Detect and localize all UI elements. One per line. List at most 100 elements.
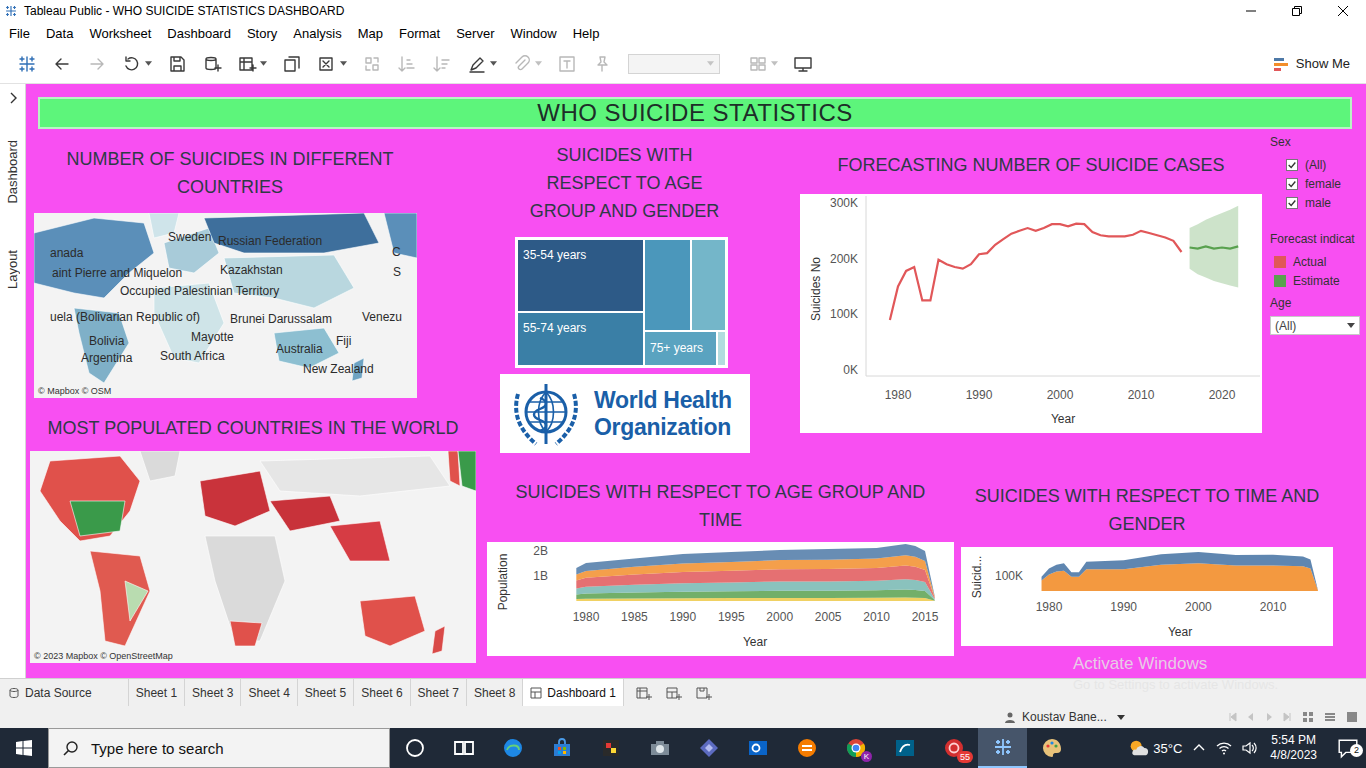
taskbar-app[interactable] <box>782 728 831 768</box>
treemap-cell[interactable] <box>718 332 725 365</box>
gender-time-chart[interactable]: 100K1980199020002010Suicid...Year <box>961 547 1333 646</box>
toolbar-button[interactable] <box>587 50 617 78</box>
menu-item[interactable]: File <box>1 24 38 43</box>
toolbar-button[interactable] <box>162 50 192 78</box>
side-tab[interactable]: Layout <box>5 242 20 297</box>
age-treemap[interactable]: 35-54 years55-74 years75+ years <box>515 237 728 368</box>
notification-center[interactable]: 2 <box>1330 737 1366 759</box>
toolbar-button[interactable] <box>427 50 457 78</box>
toolbar-button[interactable] <box>743 50 783 78</box>
treemap-cell[interactable]: 55-74 years <box>518 313 643 365</box>
sex-option[interactable]: (All) <box>1270 155 1366 174</box>
search-box[interactable]: Type here to search <box>48 728 390 768</box>
sex-option[interactable]: female <box>1270 174 1366 193</box>
menu-item[interactable]: Analysis <box>285 24 349 43</box>
taskbar-app[interactable] <box>390 728 439 768</box>
new-story-icon[interactable] <box>696 686 712 700</box>
close-button[interactable] <box>1320 0 1366 22</box>
last-page-icon[interactable] <box>1282 712 1292 722</box>
taskbar-app[interactable] <box>684 728 733 768</box>
toolbar-button[interactable] <box>47 50 77 78</box>
taskbar-app[interactable] <box>586 728 635 768</box>
toolbar-button[interactable] <box>12 50 42 78</box>
taskbar-app[interactable]: 55 <box>929 728 978 768</box>
sex-option[interactable]: male <box>1270 193 1366 212</box>
restore-button[interactable] <box>1274 0 1320 22</box>
menu-item[interactable]: Worksheet <box>81 24 159 43</box>
new-dashboard-icon[interactable] <box>666 686 682 700</box>
toolbar-button[interactable] <box>357 50 387 78</box>
taskbar-app[interactable] <box>537 728 586 768</box>
taskbar-app[interactable] <box>635 728 684 768</box>
taskbar-app[interactable] <box>880 728 929 768</box>
taskbar-app[interactable] <box>978 728 1027 768</box>
side-tab[interactable]: Dashboard <box>5 132 20 212</box>
menu-item[interactable]: Help <box>565 24 608 43</box>
taskbar-app[interactable] <box>1027 728 1076 768</box>
show-me-button[interactable]: Show Me <box>1268 52 1356 75</box>
wifi-icon[interactable] <box>1216 740 1232 756</box>
menu-item[interactable]: Server <box>448 24 502 43</box>
age-dropdown[interactable]: (All) <box>1270 316 1360 335</box>
menu-item[interactable]: Data <box>38 24 81 43</box>
grid-view-icon[interactable] <box>1302 711 1314 723</box>
treemap-cell[interactable]: 75+ years <box>645 332 716 365</box>
taskbar-app[interactable] <box>733 728 782 768</box>
start-button[interactable] <box>0 728 48 768</box>
user-menu[interactable]: Koustav Bane... <box>1004 710 1125 724</box>
menu-item[interactable]: Story <box>239 24 285 43</box>
toolbar-button[interactable] <box>507 50 547 78</box>
taskbar-app[interactable] <box>439 728 488 768</box>
estimate-line[interactable] <box>1190 246 1239 248</box>
prev-page-icon[interactable] <box>1246 712 1256 722</box>
toolbar-button[interactable] <box>392 50 422 78</box>
toolbar-button[interactable] <box>117 50 157 78</box>
sheet-tab[interactable]: Sheet 7 <box>411 679 467 706</box>
fit-dropdown[interactable] <box>628 54 720 74</box>
toolbar-button[interactable] <box>462 50 502 78</box>
new-worksheet-icon[interactable] <box>636 686 652 700</box>
chevron-up-icon[interactable] <box>1191 740 1207 756</box>
toolbar-button[interactable] <box>788 50 818 78</box>
sheet-tab[interactable]: Data Source <box>0 679 129 706</box>
forecast-chart[interactable]: 300K200K100K0K19801990200020102020Suicid… <box>800 194 1262 433</box>
toolbar-button[interactable] <box>277 50 307 78</box>
clock[interactable]: 5:54 PM4/8/2023 <box>1266 733 1321 763</box>
taskbar-app[interactable]: K <box>831 728 880 768</box>
sheet-tab[interactable]: Sheet 8 <box>467 679 523 706</box>
menu-item[interactable]: Dashboard <box>159 24 239 43</box>
checkbox[interactable] <box>1286 159 1298 171</box>
treemap-cell[interactable] <box>645 240 690 330</box>
sheet-tab[interactable]: Dashboard 1 <box>523 679 624 706</box>
treemap-cell[interactable]: 35-54 years <box>518 240 643 311</box>
first-page-icon[interactable] <box>1228 712 1238 722</box>
sheet-tab[interactable]: Sheet 3 <box>185 679 241 706</box>
legend-item[interactable]: Actual <box>1270 252 1366 271</box>
filmstrip-view-icon[interactable] <box>1346 711 1358 723</box>
toolbar-button[interactable] <box>232 50 272 78</box>
next-page-icon[interactable] <box>1264 712 1274 722</box>
sheet-tab[interactable]: Sheet 4 <box>241 679 297 706</box>
country-map[interactable]: anadaSwedenRussian FederationCaint Pierr… <box>34 213 417 398</box>
toolbar-button[interactable] <box>197 50 227 78</box>
sheet-tab[interactable]: Sheet 1 <box>129 679 185 706</box>
actual-line[interactable] <box>890 224 1182 320</box>
checkbox[interactable] <box>1286 178 1298 190</box>
toolbar-button[interactable] <box>312 50 352 78</box>
legend-item[interactable]: Estimate <box>1270 271 1366 290</box>
gender-area[interactable] <box>1042 552 1318 590</box>
age-area[interactable] <box>576 544 934 597</box>
menu-item[interactable]: Window <box>502 24 564 43</box>
menu-item[interactable]: Format <box>391 24 448 43</box>
sheet-tab[interactable]: Sheet 5 <box>298 679 354 706</box>
age-time-chart[interactable]: 2B1B19801985199019952000200520102015Popu… <box>487 542 954 656</box>
population-map[interactable]: © 2023 Mapbox © OpenStreetMap <box>30 451 476 663</box>
expand-chevron-icon[interactable] <box>9 92 17 104</box>
sheet-tab[interactable]: Sheet 6 <box>354 679 410 706</box>
taskbar-app[interactable] <box>488 728 537 768</box>
minimize-button[interactable] <box>1228 0 1274 22</box>
weather-widget[interactable]: 35°C <box>1127 737 1182 759</box>
menu-item[interactable]: Map <box>350 24 391 43</box>
volume-icon[interactable] <box>1241 740 1257 756</box>
toolbar-button[interactable] <box>82 50 112 78</box>
